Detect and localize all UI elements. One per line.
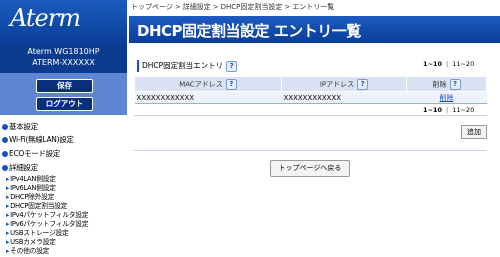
table-row: XXXXXXXXXXXX XXXXXXXXXXXX 削除 (134, 91, 487, 104)
help-icon[interactable]: ? (357, 78, 369, 90)
bullet-icon (2, 164, 8, 171)
menu-wifi-settings[interactable]: Wi-Fi(無線LAN)設定 (2, 134, 74, 145)
breadcrumb-dhcp-fixed[interactable]: DHCP固定割当設定 (221, 3, 283, 11)
breadcrumb-separator: > (284, 3, 291, 11)
breadcrumb: トップページ > 詳細設定 > DHCP固定割当設定 > エントリ一覧 (131, 2, 334, 12)
logout-button[interactable]: ログアウト (36, 97, 93, 111)
ip-address-cell: XXXXXXXXXXXX (281, 91, 407, 104)
mac-address-cell: XXXXXXXXXXXX (134, 91, 282, 104)
section-title: DHCP固定割当エントリ? (137, 60, 238, 72)
arrow-icon: ▸ (6, 247, 10, 255)
device-name: ATERM-XXXXXX (32, 58, 95, 67)
back-to-top-button[interactable]: トップページへ戻る (270, 160, 350, 177)
logo-area: Aterm (0, 0, 127, 45)
bullet-icon (2, 136, 8, 143)
add-button[interactable]: 追加 (461, 125, 487, 139)
pager-top: 1~10 | 11~20 (423, 60, 475, 68)
page-title: DHCP固定割当設定 エントリ一覧 (137, 22, 361, 40)
column-header-mac: MACアドレス? (134, 76, 282, 92)
pager-next[interactable]: 11~20 (452, 60, 474, 68)
pager-bottom: 1~10 | 11~20 (423, 106, 475, 114)
breadcrumb-separator: > (212, 3, 219, 11)
menu-basic-settings[interactable]: 基本設定 (2, 121, 38, 132)
entry-table: MACアドレス? IPアドレス? 削除? XXXXXXXXXXXX XXXXXX… (134, 76, 487, 104)
bullet-icon (2, 150, 8, 157)
title-bar: DHCP固定割当設定 エントリ一覧 (129, 16, 500, 43)
menu-advanced-settings[interactable]: 詳細設定 (2, 162, 38, 173)
sidebar: Aterm Aterm WG1810HP ATERM-XXXXXX 保存 ログア… (0, 0, 127, 257)
breadcrumb-top[interactable]: トップページ (131, 3, 173, 11)
breadcrumb-separator: > (174, 3, 181, 11)
delete-cell: 削除 (406, 91, 487, 104)
delete-link[interactable]: 削除 (440, 94, 454, 102)
column-header-ip: IPアドレス? (281, 76, 407, 92)
aterm-logo: Aterm (10, 4, 81, 32)
submenu-other[interactable]: ▸その他の設定 (6, 245, 49, 255)
column-header-delete: 削除? (406, 76, 487, 92)
bullet-icon (2, 123, 8, 130)
save-button[interactable]: 保存 (36, 79, 93, 93)
pager-current: 1~10 (423, 106, 443, 114)
help-icon[interactable]: ? (226, 60, 238, 72)
pager-next[interactable]: 11~20 (452, 106, 474, 114)
help-icon[interactable]: ? (225, 78, 237, 90)
model-name: Aterm WG1810HP (27, 47, 100, 56)
menu-eco-mode[interactable]: ECOモード設定 (2, 148, 60, 159)
device-info: Aterm WG1810HP ATERM-XXXXXX (0, 45, 127, 73)
separator-line (134, 150, 487, 151)
separator-line (134, 115, 487, 116)
breadcrumb-current: エントリ一覧 (292, 3, 335, 11)
help-icon[interactable]: ? (449, 78, 461, 90)
pager-current: 1~10 (423, 60, 443, 68)
breadcrumb-advanced[interactable]: 詳細設定 (183, 3, 211, 11)
